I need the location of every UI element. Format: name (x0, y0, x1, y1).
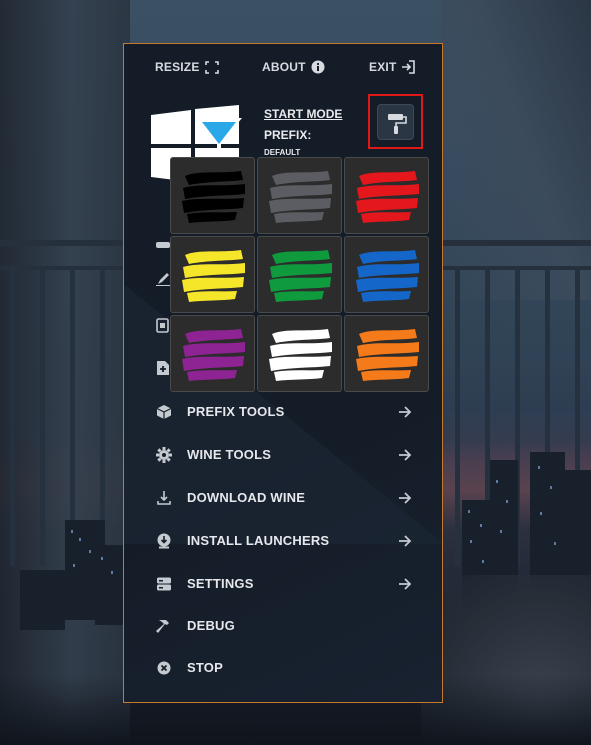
exit-label: EXIT (369, 60, 397, 74)
menu-label-stop: STOP (187, 660, 223, 675)
hammer-icon (156, 620, 169, 633)
brush-stroke-icon (356, 250, 419, 302)
menu-item-settings[interactable]: SETTINGS (124, 568, 442, 600)
arrow-right-icon (399, 406, 412, 418)
paint-roller-icon (388, 114, 407, 134)
menu-item-prefix-tools[interactable]: PREFIX TOOLS (124, 396, 442, 428)
brush-stroke-icon (269, 250, 332, 302)
brush-stroke-icon (356, 171, 419, 223)
cube-icon (156, 405, 172, 419)
exit-icon (402, 60, 416, 74)
highlight-frame (368, 94, 423, 149)
exit-button[interactable]: EXIT (369, 60, 416, 74)
color-swatch-orange[interactable] (344, 315, 429, 392)
color-swatch-blue[interactable] (344, 236, 429, 313)
arrow-right-icon (399, 535, 412, 547)
menu-item-debug[interactable]: DEBUG (124, 610, 442, 642)
start-mode-link[interactable]: START MODE (264, 107, 342, 121)
file-plus-icon (157, 361, 169, 375)
menu-item-install-launchers[interactable]: INSTALL LAUNCHERS (124, 525, 442, 557)
prefix-value: DEFAULT (264, 148, 301, 157)
arrow-right-icon (399, 492, 412, 504)
download-icon (157, 491, 171, 505)
menu-item-download-wine[interactable]: DOWNLOAD WINE (124, 482, 442, 514)
menu-label-debug: DEBUG (187, 618, 235, 633)
prefix-label: PREFIX: (264, 128, 312, 142)
resize-button[interactable]: RESIZE (155, 60, 219, 74)
menu-item-stop[interactable]: STOP (124, 652, 442, 684)
color-swatch-green[interactable] (257, 236, 342, 313)
brush-stroke-icon (182, 329, 245, 381)
brush-stroke-icon (182, 250, 245, 302)
menu-label-install-launchers: INSTALL LAUNCHERS (187, 533, 330, 548)
menu-item-wine-tools[interactable]: WINE TOOLS (124, 439, 442, 471)
arrow-right-icon (399, 578, 412, 590)
brush-stroke-icon (269, 329, 332, 381)
server-icon (157, 577, 171, 591)
color-swatch-yellow[interactable] (170, 236, 255, 313)
color-swatch-white[interactable] (257, 315, 342, 392)
about-label: ABOUT (262, 60, 306, 74)
install-icon (157, 533, 171, 549)
color-picker (170, 157, 429, 392)
menu-label-wine-tools: WINE TOOLS (187, 447, 272, 462)
color-swatch-gray[interactable] (257, 157, 342, 234)
gear-icon (156, 447, 172, 463)
color-swatch-black[interactable] (170, 157, 255, 234)
resize-label: RESIZE (155, 60, 200, 74)
wine-glass-icon (196, 118, 242, 158)
color-swatch-red[interactable] (344, 157, 429, 234)
menu-label-prefix-tools: PREFIX TOOLS (187, 404, 285, 419)
about-button[interactable]: ABOUT (262, 60, 325, 74)
menu-label-settings: SETTINGS (187, 576, 254, 591)
info-icon (311, 60, 325, 74)
brush-stroke-icon (356, 329, 419, 381)
brush-stroke-icon (269, 171, 332, 223)
resize-icon (204, 60, 219, 74)
arrow-right-icon (399, 449, 412, 461)
top-bar: RESIZE ABOUT EXIT (124, 44, 442, 88)
stop-icon (157, 661, 171, 675)
menu-label-download-wine: DOWNLOAD WINE (187, 490, 306, 505)
color-swatch-purple[interactable] (170, 315, 255, 392)
brush-stroke-icon (182, 171, 245, 223)
theme-color-button[interactable] (377, 104, 414, 140)
